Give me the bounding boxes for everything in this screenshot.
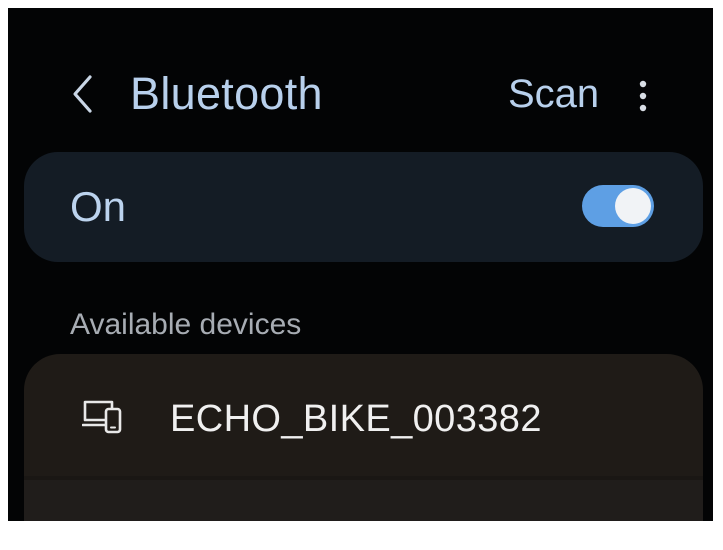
available-devices-heading: Available devices <box>70 308 302 341</box>
bluetooth-settings-screen: Bluetooth Scan On Available devices ECHO… <box>8 8 713 521</box>
page-title: Bluetooth <box>130 68 323 119</box>
more-vertical-icon <box>639 80 647 112</box>
switch-knob <box>615 188 651 224</box>
list-item[interactable] <box>24 480 703 521</box>
more-options-button[interactable] <box>628 74 658 118</box>
device-laptop-phone-icon <box>82 400 122 434</box>
device-name: ECHO_BIKE_003382 <box>170 398 542 440</box>
device-item-echo-bike[interactable]: ECHO_BIKE_003382 <box>24 354 703 476</box>
available-devices-list: ECHO_BIKE_003382 <box>24 354 703 521</box>
scan-button[interactable]: Scan <box>508 70 599 118</box>
bluetooth-switch[interactable] <box>582 185 654 227</box>
app-bar: Bluetooth Scan <box>8 8 713 148</box>
chevron-left-icon <box>73 75 92 113</box>
bluetooth-toggle-row[interactable]: On <box>24 152 703 262</box>
back-button[interactable] <box>64 70 100 118</box>
bluetooth-status-label: On <box>70 183 127 230</box>
